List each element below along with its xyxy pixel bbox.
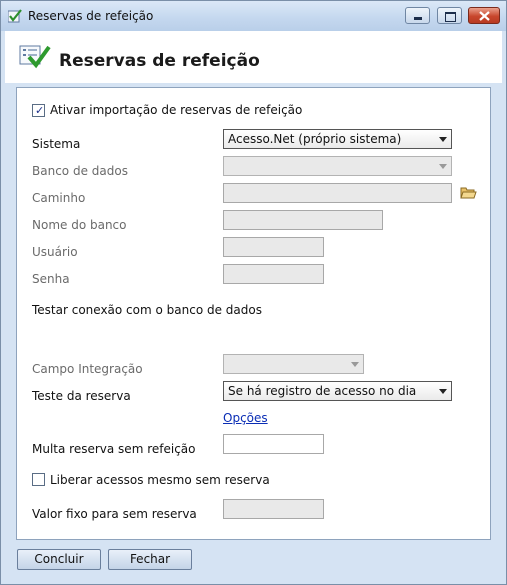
settings-panel: ✓ Ativar importação de reservas de refei…	[16, 87, 491, 540]
multa-label: Multa reserva sem refeição	[32, 442, 196, 456]
usuario-field[interactable]	[223, 237, 324, 257]
sistema-label: Sistema	[32, 137, 81, 151]
caminho-label: Caminho	[32, 191, 86, 205]
campo-integracao-label: Campo Integração	[32, 362, 143, 376]
dialog-header: Reservas de refeição	[5, 31, 502, 83]
nome-banco-label: Nome do banco	[32, 218, 127, 232]
enable-import-label: Ativar importação de reservas de refeiçã…	[50, 103, 303, 117]
maximize-icon	[445, 12, 456, 22]
checkmark-icon: ✓	[35, 104, 45, 117]
nome-banco-field[interactable]	[223, 210, 383, 230]
opcoes-link[interactable]: Opções	[223, 411, 268, 425]
caminho-field[interactable]	[223, 183, 452, 203]
dialog-window: Reservas de refeição Reservas de refeiçã…	[0, 0, 507, 585]
senha-field[interactable]	[223, 264, 324, 284]
usuario-label: Usuário	[32, 245, 78, 259]
maximize-button[interactable]	[437, 7, 462, 24]
teste-reserva-select[interactable]: Se há registro de acesso no dia	[223, 381, 452, 401]
testar-conexao-label[interactable]: Testar conexão com o banco de dados	[32, 303, 262, 317]
teste-reserva-label: Teste da reserva	[32, 389, 131, 403]
chevron-down-icon	[351, 362, 359, 367]
checklist-icon	[8, 9, 22, 23]
chevron-down-icon	[439, 389, 447, 394]
title-bar[interactable]: Reservas de refeição	[1, 1, 506, 31]
multa-field[interactable]	[223, 434, 324, 454]
chevron-down-icon	[439, 137, 447, 142]
liberar-label: Liberar acessos mesmo sem reserva	[50, 473, 270, 487]
valor-fixo-label: Valor fixo para sem reserva	[32, 507, 197, 521]
page-title: Reservas de refeição	[59, 51, 260, 71]
sistema-value: Acesso.Net (próprio sistema)	[228, 132, 402, 146]
window-title: Reservas de refeição	[28, 9, 154, 23]
minimize-icon	[414, 17, 422, 20]
concluir-button[interactable]: Concluir	[17, 549, 101, 570]
valor-fixo-field[interactable]	[223, 499, 324, 519]
folder-icon[interactable]	[460, 185, 477, 200]
close-button[interactable]	[468, 7, 500, 24]
minimize-button[interactable]	[405, 7, 430, 24]
close-icon	[479, 11, 490, 21]
sistema-select[interactable]: Acesso.Net (próprio sistema)	[223, 129, 452, 149]
senha-label: Senha	[32, 272, 70, 286]
teste-reserva-value: Se há registro de acesso no dia	[228, 384, 417, 398]
banco-dados-label: Banco de dados	[32, 164, 128, 178]
banco-dados-select[interactable]	[223, 156, 452, 176]
campo-integracao-select[interactable]	[223, 354, 364, 374]
liberar-checkbox[interactable]	[32, 473, 45, 486]
fechar-button[interactable]: Fechar	[108, 549, 192, 570]
checklist-icon	[19, 45, 51, 69]
chevron-down-icon	[439, 164, 447, 169]
enable-import-checkbox[interactable]: ✓	[32, 104, 45, 117]
